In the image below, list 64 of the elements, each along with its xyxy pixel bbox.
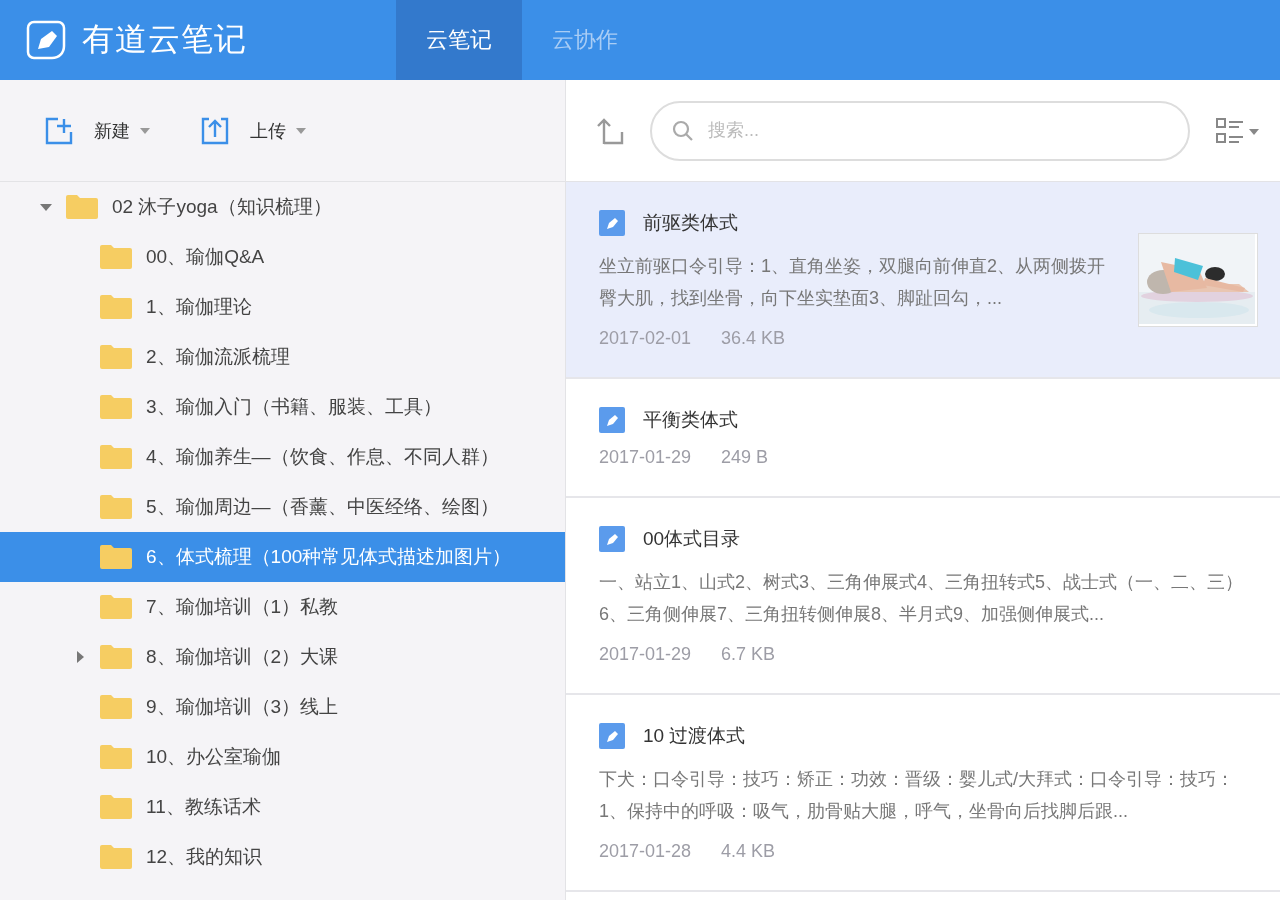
folder-icon bbox=[100, 345, 132, 369]
app-title: 有道云笔记 bbox=[82, 20, 247, 59]
folder-item[interactable]: 00、瑜伽Q&A bbox=[0, 232, 565, 282]
add-file-icon bbox=[44, 115, 74, 146]
folder-item[interactable]: 9、瑜伽培训（3）线上 bbox=[0, 682, 565, 732]
note-size: 36.4 KB bbox=[721, 328, 786, 349]
logo-icon bbox=[26, 20, 66, 60]
note-date: 2017-01-29 bbox=[599, 644, 692, 665]
folder-icon bbox=[100, 845, 132, 869]
note-icon bbox=[599, 407, 625, 433]
folder-item[interactable]: 4、瑜伽养生—（饮食、作息、不同人群） bbox=[0, 432, 565, 482]
note-icon bbox=[599, 723, 625, 749]
note-snippet: 下犬：口令引导：技巧：矫正：功效：晋级：婴儿式/大拜式：口令引导：技巧：1、保持中的呼吸：吸气，肋骨贴大腿，呼气，坐骨向后找脚后跟... bbox=[599, 768, 1235, 823]
caret-icon bbox=[296, 127, 306, 134]
folder-icon bbox=[100, 595, 132, 619]
search-icon bbox=[672, 119, 694, 142]
note-size: 249 B bbox=[721, 447, 769, 468]
folder-icon bbox=[100, 795, 132, 819]
upload-icon bbox=[200, 115, 230, 146]
folder-item[interactable]: 11、教练话术 bbox=[0, 782, 565, 832]
folder-icon bbox=[100, 745, 132, 769]
search-field[interactable]: 搜索... bbox=[650, 100, 1190, 161]
note-snippet: 坐立前驱口令引导：1、直角坐姿，双腿向前伸直2、从两侧拨开臀大肌，找到坐骨，向下坐实垫面3、脚趾回勾，... bbox=[599, 255, 1107, 310]
folder-item[interactable]: 8、瑜伽培训（2）大课 bbox=[0, 632, 565, 682]
note-item[interactable]: 10 过渡体式 下犬：口令引导：技巧：矫正：功效：晋级：婴儿式/大拜式：口令引导：技巧：1、保持中的呼吸：吸气，肋骨贴大腿，呼气，坐骨向后找脚后跟... 2017-01-28 4.4 KB bbox=[566, 695, 1280, 892]
expand-caret-icon[interactable] bbox=[40, 203, 52, 211]
note-date: 2017-01-28 bbox=[599, 841, 692, 862]
folder-icon bbox=[100, 495, 132, 519]
note-date: 2017-01-29 bbox=[599, 447, 692, 468]
folder-item[interactable]: 2、瑜伽流派梳理 bbox=[0, 332, 565, 382]
caret-icon bbox=[140, 127, 150, 134]
note-item[interactable]: 00体式目录 一、站立1、山式2、树式3、三角伸展式4、三角扭转式5、战士式（一、二、三）6、三角侧伸展7、三角扭转侧伸展8、半月式9、加强侧伸展式... 2017-01-29 6.7 KB bbox=[566, 498, 1280, 695]
note-snippet: 一、站立1、山式2、树式3、三角伸展式4、三角扭转式5、战士式（一、二、三）6、三角侧伸展7、三角扭转侧伸展8、半月式9、加强侧伸展式... bbox=[599, 571, 1245, 626]
folder-item[interactable]: 02 沐子yoga（知识梳理） bbox=[0, 182, 565, 232]
folder-item[interactable]: 12、我的知识 bbox=[0, 832, 565, 882]
note-size: 4.4 KB bbox=[721, 841, 776, 862]
note-icon bbox=[599, 210, 625, 236]
note-size: 6.7 KB bbox=[721, 644, 776, 665]
upload-button[interactable]: 上传 bbox=[200, 111, 306, 150]
folder-item[interactable]: 5、瑜伽周边—（香薰、中医经络、绘图） bbox=[0, 482, 565, 532]
note-item[interactable]: 平衡类体式 2017-01-29 249 B bbox=[566, 379, 1280, 498]
note-icon bbox=[599, 526, 625, 552]
note-title: 平衡类体式 bbox=[643, 408, 738, 432]
note-title: 前驱类体式 bbox=[643, 211, 738, 235]
nav-tab[interactable]: 云笔记 bbox=[396, 0, 522, 80]
folder-icon bbox=[100, 395, 132, 419]
note-item[interactable]: 前驱类体式 坐立前驱口令引导：1、直角坐姿，双腿向前伸直2、从两侧拨开臀大肌，找到坐骨，向下坐实垫面3、脚趾回勾，... 2017-02-01 36.4 KB bbox=[566, 182, 1280, 379]
note-date: 2017-02-01 bbox=[599, 328, 692, 349]
expand-caret-icon[interactable] bbox=[76, 651, 84, 663]
folder-icon bbox=[100, 295, 132, 319]
folder-icon bbox=[100, 645, 132, 669]
folder-icon bbox=[100, 545, 132, 569]
folder-item[interactable]: 1、瑜伽理论 bbox=[0, 282, 565, 332]
folder-icon bbox=[100, 245, 132, 269]
new-button[interactable]: 新建 bbox=[44, 111, 150, 150]
note-title: 00体式目录 bbox=[643, 527, 741, 551]
folder-item[interactable]: 3、瑜伽入门（书籍、服装、工具） bbox=[0, 382, 565, 432]
list-view-icon[interactable] bbox=[1216, 117, 1260, 144]
folder-icon bbox=[100, 695, 132, 719]
folder-item[interactable]: 7、瑜伽培训（1）私教 bbox=[0, 582, 565, 632]
folder-item[interactable]: 10、办公室瑜伽 bbox=[0, 732, 565, 782]
folder-icon bbox=[66, 195, 98, 219]
note-title: 10 过渡体式 bbox=[643, 724, 746, 748]
folder-icon bbox=[100, 445, 132, 469]
